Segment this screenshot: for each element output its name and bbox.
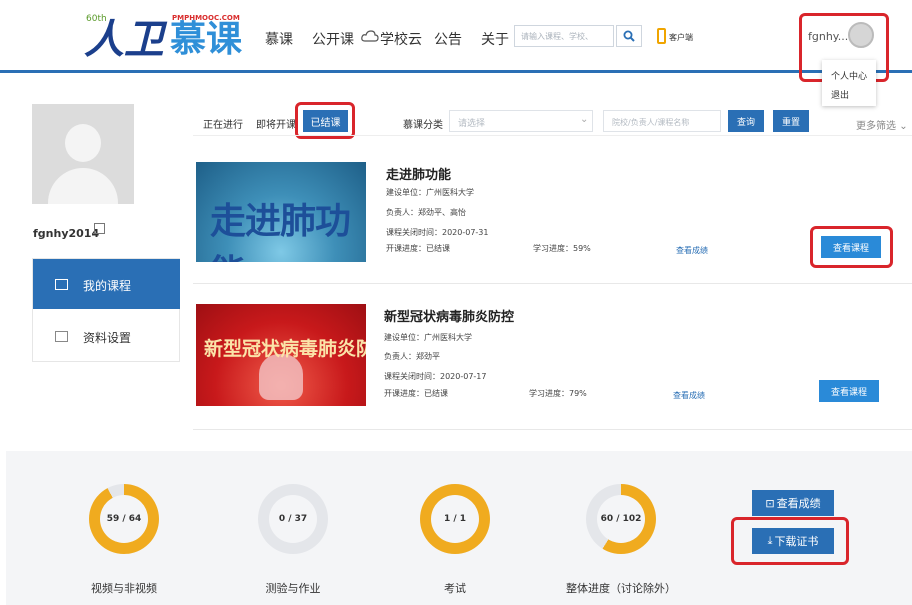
category-label: 慕课分类 (403, 120, 443, 131)
logo-text-b: 慕课 (170, 19, 243, 60)
sidebar-item-settings[interactable]: 资料设置 (33, 311, 180, 361)
dropdown-personal-center[interactable]: 个人中心 (831, 69, 867, 82)
header-divider (0, 70, 912, 73)
client-link[interactable]: 客户端 (669, 32, 693, 43)
view-grades-button[interactable]: ⊡ 查看成绩 (752, 490, 834, 516)
nav-school-cloud[interactable]: 学校云 (380, 29, 422, 49)
donut-value: 0 / 37 (269, 495, 317, 543)
profile-card-icon (55, 331, 68, 342)
course-icon (55, 279, 68, 290)
nav-about[interactable]: 关于 (481, 29, 509, 49)
tab-ongoing[interactable]: 正在进行 (203, 116, 243, 131)
nav-mooc[interactable]: 慕课 (265, 29, 293, 49)
grades-icon: ⊡ (765, 496, 775, 510)
stat-label: 测验与作业 (265, 582, 321, 595)
donut-quiz: 0 / 37 (258, 484, 328, 554)
user-avatar[interactable] (848, 22, 874, 48)
view-course-button[interactable]: 查看课程 (821, 236, 881, 258)
download-certificate-button[interactable]: ⤓ 下载证书 (752, 528, 834, 554)
course-progress: 学习进度：59% (533, 244, 591, 253)
stat-label: 考试 (444, 582, 466, 595)
course-progress: 学习进度：79% (529, 389, 587, 398)
search-icon (623, 30, 635, 42)
donut-exam: 1 / 1 (420, 484, 490, 554)
view-grades-label: 查看成绩 (776, 497, 821, 510)
course-unit: 建设单位：广州医科大学 (384, 333, 472, 342)
tab-upcoming[interactable]: 即将开课 (256, 116, 296, 131)
side-menu: 我的课程 资料设置 (32, 258, 180, 362)
nav-announcement[interactable]: 公告 (434, 29, 462, 49)
donut-video: 59 / 64 (89, 484, 159, 554)
course-title[interactable]: 新型冠状病毒肺炎防控 (384, 306, 514, 325)
edit-icon[interactable] (94, 223, 105, 234)
school-search-input[interactable]: 院校/负责人/课程名称 (603, 110, 721, 132)
thumbnail-text: 走进肺功能 (210, 200, 351, 262)
thumbnail-text: 新型冠状病毒肺炎防控 (204, 338, 366, 360)
view-grades-link[interactable]: 查看成绩 (676, 245, 708, 256)
chevron-down-icon: ⌄ (899, 121, 908, 132)
stat-label: 整体进度（讨论除外） (566, 582, 676, 595)
reset-button[interactable]: 重置 (773, 110, 809, 132)
course-status: 开课进度：已结课 (384, 389, 448, 398)
course-closing: 课程关闭时间：2020-07-31 (386, 228, 489, 237)
avatar-body (48, 168, 118, 204)
dropdown-logout[interactable]: 退出 (831, 88, 849, 101)
course-closing: 课程关闭时间：2020-07-17 (384, 372, 487, 381)
sidebar-item-label: 我的课程 (83, 279, 132, 293)
query-button[interactable]: 查询 (728, 110, 764, 132)
download-certificate-label: 下载证书 (774, 535, 819, 548)
course-divider (193, 429, 912, 430)
profile-avatar (32, 104, 134, 204)
course-unit: 建设单位：广州医科大学 (386, 188, 474, 197)
chevron-down-icon: ⌄ (580, 114, 589, 125)
course-status: 开课进度：已结课 (386, 244, 450, 253)
course-divider (193, 283, 912, 284)
more-filter-label: 更多筛选 (856, 121, 896, 132)
site-logo[interactable]: 60th 人卫 PMPHMOOC.COM 慕课 (84, 14, 244, 60)
search-button[interactable] (616, 25, 642, 47)
more-filter-link[interactable]: 更多筛选 ⌄ (856, 117, 908, 132)
donut-overall: 60 / 102 (586, 484, 656, 554)
logo-text-a: 人卫 (84, 17, 164, 63)
sidebar-item-my-courses[interactable]: 我的课程 (33, 259, 180, 309)
profile-name: fgnhy2014 (33, 227, 100, 240)
mobile-icon (657, 28, 666, 44)
donut-value: 59 / 64 (100, 495, 148, 543)
user-name[interactable]: fgnhy... (808, 30, 848, 43)
cloud-icon (361, 30, 379, 42)
tab-ended[interactable]: 已结课 (303, 110, 348, 132)
download-icon: ⤓ (767, 534, 773, 547)
sidebar-item-label: 资料设置 (83, 331, 132, 345)
course-leader: 负责人：郑劲平 (384, 352, 440, 361)
course-title[interactable]: 走进肺功能 (386, 164, 451, 183)
donut-value: 1 / 1 (431, 495, 479, 543)
avatar-head (65, 124, 101, 162)
course-leader: 负责人：郑劲平、高怡 (386, 208, 466, 217)
course-thumbnail[interactable]: 走进肺功能 (196, 162, 366, 262)
search-input[interactable]: 请输入课程、学校、 (514, 25, 614, 47)
nav-open-course[interactable]: 公开课 (312, 29, 354, 49)
donut-value: 60 / 102 (597, 495, 645, 543)
user-dropdown: 个人中心 退出 (822, 60, 876, 106)
filter-divider (193, 135, 912, 136)
course-thumbnail[interactable]: 新型冠状病毒肺炎防控 (196, 304, 366, 406)
view-grades-link[interactable]: 查看成绩 (673, 390, 705, 401)
category-select[interactable]: 请选择 (449, 110, 593, 132)
view-course-button[interactable]: 查看课程 (819, 380, 879, 402)
stat-label: 视频与非视频 (91, 582, 157, 595)
